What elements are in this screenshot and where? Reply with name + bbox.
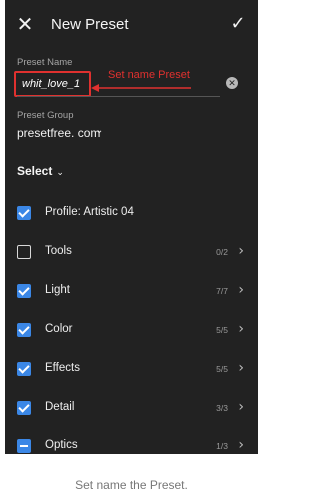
item-count: 5/5 <box>216 325 228 335</box>
item-label: Profile: Artistic 04 <box>45 206 134 218</box>
checkbox[interactable] <box>17 245 31 259</box>
check-icon[interactable]: ✓ <box>226 12 250 36</box>
checkbox[interactable] <box>17 206 31 220</box>
item-count: 1/3 <box>216 441 228 451</box>
preset-group-label: Preset Group <box>17 110 74 121</box>
list-item-color[interactable]: Color 5/5 › <box>5 319 258 343</box>
list-item-tools[interactable]: Tools 0/2 › <box>5 241 258 265</box>
list-item-detail[interactable]: Detail 3/3 › <box>5 397 258 421</box>
chevron-right-icon[interactable]: › <box>238 399 244 415</box>
checkbox[interactable] <box>17 362 31 376</box>
checkbox[interactable] <box>17 284 31 298</box>
annotation-arrow <box>91 84 191 92</box>
chevron-right-icon[interactable]: › <box>238 243 244 259</box>
list-item-light[interactable]: Light 7/7 › <box>5 280 258 304</box>
list-item-profile[interactable]: Profile: Artistic 04 <box>5 202 258 226</box>
item-label: Light <box>45 284 70 296</box>
list-item-effects[interactable]: Effects 5/5 › <box>5 358 258 382</box>
item-label: Color <box>45 323 73 335</box>
item-count: 7/7 <box>216 286 228 296</box>
chevron-down-icon: ⌄ <box>56 167 64 177</box>
chevron-right-icon[interactable]: › <box>238 321 244 337</box>
preset-name-underline <box>17 96 220 97</box>
list-item-optics[interactable]: Optics 1/3 › <box>5 435 258 454</box>
select-dropdown[interactable]: Select ⌄ <box>17 164 64 178</box>
checkbox[interactable] <box>17 401 31 415</box>
page-title: New Preset <box>51 16 129 33</box>
checkbox[interactable] <box>17 439 31 453</box>
caption: Set name the Preset. <box>75 478 188 492</box>
preset-name-input[interactable]: whit_love_1 <box>14 71 91 97</box>
item-label: Detail <box>45 401 75 413</box>
chevron-down-icon[interactable]: ⌄ <box>95 125 103 136</box>
preset-panel: ✕ New Preset ✓ Preset Name whit_love_1 S… <box>5 0 258 454</box>
item-label: Tools <box>45 245 72 257</box>
item-label: Effects <box>45 362 80 374</box>
annotation-text: Set name Preset <box>108 69 190 81</box>
close-icon[interactable]: ✕ <box>13 12 37 36</box>
item-label: Optics <box>45 439 78 451</box>
item-count: 0/2 <box>216 247 228 257</box>
item-count: 5/5 <box>216 364 228 374</box>
chevron-right-icon[interactable]: › <box>238 282 244 298</box>
header: ✕ New Preset ✓ <box>5 0 258 50</box>
clear-icon[interactable]: ✕ <box>226 77 238 89</box>
preset-name-label: Preset Name <box>17 57 73 68</box>
preset-group-select[interactable]: presetfree. com <box>17 126 100 140</box>
checkbox[interactable] <box>17 323 31 337</box>
select-label: Select <box>17 164 53 178</box>
chevron-right-icon[interactable]: › <box>238 437 244 453</box>
item-count: 3/3 <box>216 403 228 413</box>
preset-name-value: whit_love_1 <box>22 78 81 90</box>
chevron-right-icon[interactable]: › <box>238 360 244 376</box>
